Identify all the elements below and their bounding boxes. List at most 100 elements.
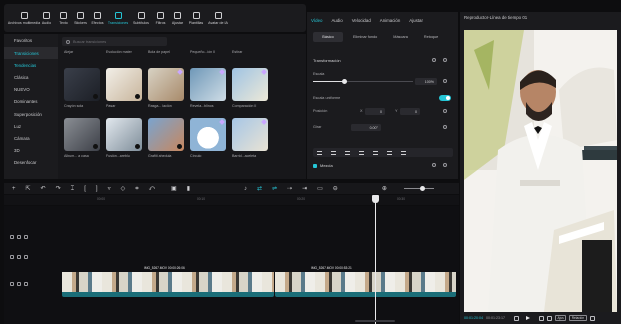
crop-icon[interactable]: ⌗ xyxy=(135,186,138,192)
nav-3d[interactable]: 3D xyxy=(4,145,58,157)
tool-transitions[interactable]: Transiciones xyxy=(106,5,130,31)
tool-text[interactable]: Texto xyxy=(55,5,72,31)
align-right-icon[interactable] xyxy=(345,150,350,155)
lock-icon[interactable] xyxy=(10,235,14,239)
select-icon[interactable]: ⇱ xyxy=(26,186,31,192)
position-y-input[interactable]: 0 xyxy=(400,108,420,115)
snap-icon[interactable]: ⇥ xyxy=(302,186,307,192)
position-x-input[interactable]: 0 xyxy=(365,108,385,115)
tool-adjust[interactable]: Ajustar xyxy=(169,5,186,31)
keyframe-icon[interactable] xyxy=(443,163,447,167)
visibility-icon[interactable] xyxy=(17,235,21,239)
ratio-badge[interactable]: Relación xyxy=(569,315,587,321)
keyframe-icon[interactable] xyxy=(443,125,447,129)
nav-nuevo[interactable]: NUEVO xyxy=(4,84,58,96)
tool-templates[interactable]: Plantillas xyxy=(186,5,206,31)
tool-filters[interactable]: Filtros xyxy=(152,5,169,31)
mute-icon[interactable] xyxy=(24,282,28,286)
visibility-icon[interactable] xyxy=(17,282,21,286)
split-left-icon[interactable]: [ xyxy=(84,186,86,192)
mic-icon[interactable]: ♪ xyxy=(244,186,247,192)
delete-icon[interactable]: ▿ xyxy=(108,186,111,192)
transform-header[interactable]: Transformación xyxy=(313,58,341,63)
scale-slider[interactable] xyxy=(313,81,413,83)
split-icon[interactable]: ⌶ xyxy=(71,186,75,192)
transition-card[interactable]: Comparación II xyxy=(232,68,268,108)
zoom-out-icon[interactable]: ⊖ xyxy=(333,186,338,192)
adjust-badge[interactable]: Ajus xyxy=(555,315,567,321)
nav-dominantes[interactable]: Dominantes xyxy=(4,96,58,108)
tool-media[interactable]: Archivos multimedia xyxy=(8,5,40,31)
nav-superposicion[interactable]: Superposición xyxy=(4,108,58,120)
nav-camara[interactable]: Cámara xyxy=(4,132,58,144)
tool-effects[interactable]: Efectos xyxy=(89,5,106,31)
freeze-icon[interactable]: ▣ xyxy=(171,186,177,192)
redo-icon[interactable]: ↷ xyxy=(56,186,61,192)
nav-luz[interactable]: Luz xyxy=(4,120,58,132)
reverse-icon[interactable]: ⤺ xyxy=(149,186,155,192)
add-icon[interactable]: + xyxy=(12,186,16,192)
scale-value[interactable]: 100% xyxy=(415,78,437,85)
scale-slider-knob[interactable] xyxy=(342,79,347,84)
transition-card[interactable]: Revela...blinos xyxy=(190,68,226,108)
tool-audio[interactable]: Audio xyxy=(38,5,55,31)
search-input[interactable]: Buscar transiciones xyxy=(62,37,167,46)
reset-icon[interactable] xyxy=(432,163,436,167)
tool-subtitles[interactable]: Subtítulos xyxy=(130,5,152,31)
transition-card[interactable]: Barrid...aceleta xyxy=(232,118,268,158)
nav-clasica[interactable]: Clásica xyxy=(4,71,58,83)
transition-label[interactable]: Evolución mater xyxy=(106,50,148,54)
keyframe-icon[interactable] xyxy=(443,58,447,62)
rotate-input[interactable]: 0.00° xyxy=(351,124,381,131)
zoom-slider-knob[interactable] xyxy=(420,186,425,191)
magnet-icon[interactable]: ⇄ xyxy=(257,186,262,192)
keyframe-icon[interactable] xyxy=(443,79,447,83)
tab-video[interactable]: Vídeo xyxy=(311,18,322,23)
transition-label[interactable]: Pequeño...ión II xyxy=(190,50,232,54)
playhead[interactable] xyxy=(375,195,376,324)
subtab-mascara[interactable]: Máscara xyxy=(387,32,414,42)
tab-audio[interactable]: Audio xyxy=(331,18,342,23)
tool-stickers[interactable]: Stickers xyxy=(72,5,89,31)
crop-icon[interactable] xyxy=(547,315,552,321)
play-icon[interactable] xyxy=(526,316,530,320)
video-preview[interactable] xyxy=(464,30,617,312)
transition-card[interactable]: Album... a casa xyxy=(64,118,100,158)
subtab-retoque[interactable]: Retoque xyxy=(418,32,444,42)
transition-label[interactable]: Alejar xyxy=(64,50,106,54)
subtab-eliminar-fondo[interactable]: Eliminar fondo xyxy=(347,32,383,42)
undo-icon[interactable]: ↶ xyxy=(41,186,46,192)
fullscreen-icon[interactable] xyxy=(589,315,595,321)
transition-card[interactable]: Círculo xyxy=(190,118,226,158)
tab-velocidad[interactable]: Velocidad xyxy=(352,18,371,23)
keyframe-icon[interactable] xyxy=(443,109,447,113)
transition-label[interactable]: Bola de papel xyxy=(148,50,190,54)
nav-tendencias[interactable]: Tendencias xyxy=(4,59,58,71)
align-center-icon[interactable] xyxy=(331,150,336,155)
align-middle-icon[interactable] xyxy=(373,150,378,155)
lock-icon[interactable] xyxy=(10,282,14,286)
tab-ajustar[interactable]: Ajustar xyxy=(409,18,423,23)
reset-icon[interactable] xyxy=(432,58,436,62)
preview-axis-icon[interactable]: ⇢ xyxy=(287,186,292,192)
video-clip[interactable]: IMG_5267.MOV 00:00:26:06 xyxy=(62,265,274,297)
mix-header[interactable]: Mezcla xyxy=(320,163,333,168)
fit-icon[interactable] xyxy=(539,315,544,321)
transition-card[interactable]: Grafiti ahedula xyxy=(148,118,184,158)
mute-icon[interactable] xyxy=(24,235,28,239)
subtab-basico[interactable]: Básico xyxy=(313,32,343,42)
split-right-icon[interactable]: ] xyxy=(96,186,98,192)
video-clip[interactable]: IMG_5267.MOV 00:00:53:21 xyxy=(275,265,456,297)
tab-animacion[interactable]: Animación xyxy=(380,18,401,23)
caption-icon[interactable]: ▭ xyxy=(317,186,323,192)
align-top-icon[interactable] xyxy=(359,150,364,155)
transition-card[interactable]: Pasar xyxy=(106,68,142,108)
shield-icon[interactable]: ◇ xyxy=(121,186,126,192)
mute-icon[interactable] xyxy=(24,255,28,259)
nav-favoritos[interactable]: Favoritos xyxy=(4,34,58,47)
lock-icon[interactable] xyxy=(10,255,14,259)
flip-icon[interactable] xyxy=(401,150,406,155)
transition-card[interactable]: Fusión...areblu xyxy=(106,118,142,158)
tool-ai-avatar[interactable]: Avatar de IA xyxy=(206,5,230,31)
transition-card[interactable]: Rasga... lación xyxy=(148,68,184,108)
